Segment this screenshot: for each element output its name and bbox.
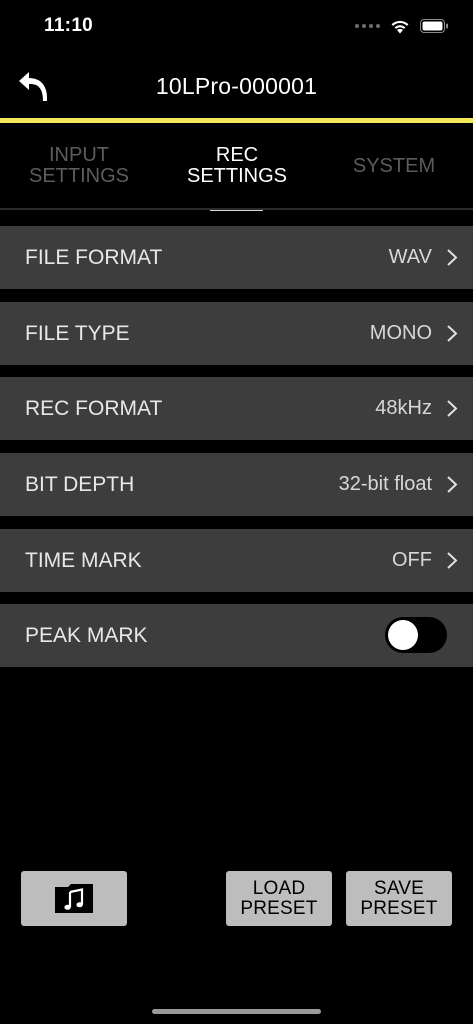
tab-label: INPUT SETTINGS [28, 144, 129, 187]
tab-input-settings[interactable]: INPUT SETTINGS [0, 123, 158, 209]
chevron-right-icon [447, 552, 458, 569]
status-bar: 11:10 [0, 0, 473, 52]
rec-format-row[interactable]: REC FORMAT 48kHz [0, 377, 473, 440]
load-preset-button[interactable]: LOAD PRESET [226, 871, 332, 926]
music-folder-icon [55, 883, 93, 913]
row-label: REC FORMAT [25, 397, 163, 420]
status-time: 11:10 [44, 15, 94, 36]
row-value: WAV [388, 246, 432, 268]
chevron-right-icon [447, 476, 458, 493]
status-icons [355, 16, 449, 36]
tab-label: SYSTEM [352, 154, 436, 177]
chevron-right-icon [447, 249, 458, 266]
row-label: FILE FORMAT [25, 246, 163, 269]
battery-icon [420, 19, 448, 33]
bit-depth-row[interactable]: BIT DEPTH 32-bit float [0, 453, 473, 516]
chevron-right-icon [447, 325, 458, 342]
page-title: 10LPro-000001 [155, 73, 318, 99]
row-label: BIT DEPTH [25, 473, 135, 496]
row-label: TIME MARK [25, 549, 142, 572]
peak-mark-row: PEAK MARK [0, 604, 473, 667]
row-label: PEAK MARK [25, 624, 148, 647]
home-indicator[interactable] [152, 1009, 321, 1014]
toggle-knob [388, 620, 418, 650]
row-value: 48kHz [375, 397, 432, 419]
time-mark-row[interactable]: TIME MARK OFF [0, 529, 473, 592]
file-type-row[interactable]: FILE TYPE MONO [0, 302, 473, 365]
screen: 11:10 10LPro-000001 INPUT SETTINGS REC S… [0, 0, 473, 1024]
tab-bar: INPUT SETTINGS REC SETTINGS SYSTEM [0, 123, 473, 211]
row-label: FILE TYPE [25, 322, 130, 345]
tab-label: REC SETTINGS [186, 144, 287, 187]
tabs-divider [0, 208, 473, 210]
row-value: OFF [392, 549, 432, 571]
cellular-dots-icon [355, 24, 380, 28]
nav-bar: 10LPro-000001 [0, 52, 473, 118]
file-format-row[interactable]: FILE FORMAT WAV [0, 226, 473, 289]
save-preset-label: SAVE PRESET [360, 877, 438, 919]
tab-rec-settings[interactable]: REC SETTINGS [158, 123, 316, 209]
save-preset-button[interactable]: SAVE PRESET [346, 871, 452, 926]
row-value: 32-bit float [338, 473, 432, 495]
wifi-icon [391, 20, 409, 33]
chevron-right-icon [447, 400, 458, 417]
load-preset-label: LOAD PRESET [240, 877, 318, 919]
tab-system[interactable]: SYSTEM [315, 123, 473, 209]
row-value: MONO [369, 322, 432, 344]
music-folder-button[interactable] [21, 871, 127, 926]
peak-mark-toggle[interactable] [385, 617, 447, 653]
